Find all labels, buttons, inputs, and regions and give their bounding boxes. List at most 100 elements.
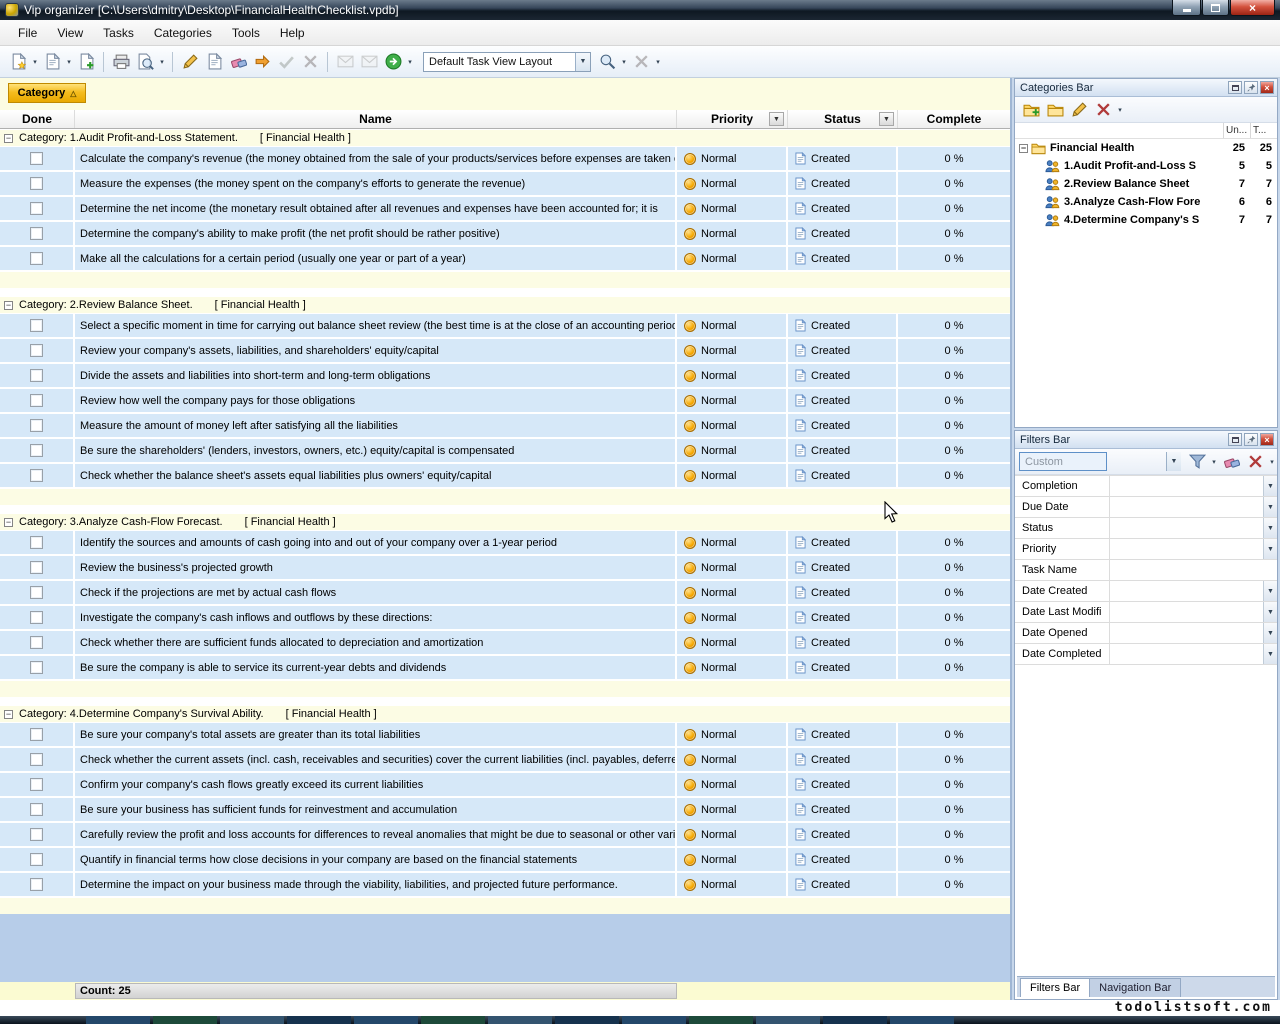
chevron-down-icon[interactable]: ▼ — [1263, 476, 1277, 496]
layout-combo[interactable]: Default Task View Layout ▼ — [423, 52, 591, 72]
delete-category-button[interactable] — [1091, 98, 1115, 122]
chevron-down-icon[interactable]: ▾ — [1267, 458, 1277, 466]
task-row[interactable]: Divide the assets and liabilities into s… — [0, 364, 1010, 387]
done-checkbox[interactable] — [30, 177, 43, 190]
chevron-down-icon[interactable]: ▼ — [1263, 581, 1277, 601]
print-button[interactable] — [109, 50, 133, 74]
task-row[interactable]: Quantify in financial terms how close de… — [0, 848, 1010, 871]
panel-pin-icon[interactable] — [1244, 81, 1258, 94]
chevron-down-icon[interactable]: ▼ — [575, 53, 590, 71]
filter-value-priority[interactable]: ▼ — [1110, 539, 1277, 559]
group-by-category-button[interactable]: Category △ — [8, 83, 86, 103]
collapse-icon[interactable]: − — [1019, 144, 1028, 153]
task-row[interactable]: Determine the impact on your business ma… — [0, 873, 1010, 896]
task-row[interactable]: Carefully review the profit and loss acc… — [0, 823, 1010, 846]
panel-restore-icon[interactable] — [1228, 433, 1242, 446]
customize-view-button[interactable] — [595, 50, 619, 74]
task-row[interactable]: Check if the projections are met by actu… — [0, 581, 1010, 604]
clear-filter-button[interactable] — [1219, 450, 1243, 474]
filter-value-status[interactable]: ▼ — [1110, 518, 1277, 538]
new-task-button[interactable] — [6, 50, 30, 74]
chevron-down-icon[interactable]: ▾ — [64, 58, 74, 66]
filter-value-date-created[interactable]: ▼ — [1110, 581, 1277, 601]
task-row[interactable]: Confirm your company's cash flows greatl… — [0, 773, 1010, 796]
done-checkbox[interactable] — [30, 394, 43, 407]
minimize-button[interactable] — [1172, 0, 1201, 16]
collapse-icon[interactable]: − — [4, 301, 13, 310]
tree-item[interactable]: 3.Analyze Cash-Flow Fore66 — [1015, 193, 1277, 211]
done-checkbox[interactable] — [30, 227, 43, 240]
chevron-down-icon[interactable]: ▾ — [1209, 458, 1219, 466]
edit-category-button[interactable] — [1067, 98, 1091, 122]
category-header-row[interactable]: −Category: 2.Review Balance Sheet.[ Fina… — [0, 297, 1010, 313]
task-row[interactable]: Be sure the shareholders' (lenders, inve… — [0, 439, 1010, 462]
task-row[interactable]: Check whether there are sufficient funds… — [0, 631, 1010, 654]
filter-value-date-opened[interactable]: ▼ — [1110, 623, 1277, 643]
column-header-done[interactable]: Done — [0, 110, 75, 128]
priority-filter-button[interactable]: ▼ — [769, 112, 784, 126]
close-button[interactable]: × — [1230, 0, 1275, 16]
delete-filter-button[interactable] — [1243, 450, 1267, 474]
add-subcategory-button[interactable] — [1043, 98, 1067, 122]
chevron-down-icon[interactable]: ▼ — [1263, 602, 1277, 622]
chevron-down-icon[interactable]: ▼ — [1263, 518, 1277, 538]
done-checkbox[interactable] — [30, 828, 43, 841]
done-checkbox[interactable] — [30, 536, 43, 549]
menu-categories[interactable]: Categories — [144, 22, 222, 44]
tree-item[interactable]: 2.Review Balance Sheet77 — [1015, 175, 1277, 193]
category-header-row[interactable]: −Category: 1.Audit Profit-and-Loss State… — [0, 130, 1010, 146]
save-button[interactable] — [74, 50, 98, 74]
task-row[interactable]: Check whether the balance sheet's assets… — [0, 464, 1010, 487]
filter-preset-combo[interactable]: Custom — [1019, 452, 1107, 471]
panel-close-icon[interactable]: × — [1260, 433, 1274, 446]
filter-value-completion[interactable]: ▼ — [1110, 476, 1277, 496]
category-header-row[interactable]: −Category: 3.Analyze Cash-Flow Forecast.… — [0, 514, 1010, 530]
task-row[interactable]: Check whether the current assets (incl. … — [0, 748, 1010, 771]
done-checkbox[interactable] — [30, 878, 43, 891]
done-checkbox[interactable] — [30, 778, 43, 791]
done-checkbox[interactable] — [30, 728, 43, 741]
tree-item-root[interactable]: −Financial Health2525 — [1015, 139, 1277, 157]
chevron-down-icon[interactable]: ▾ — [30, 58, 40, 66]
filter-value-due-date[interactable]: ▼ — [1110, 497, 1277, 517]
done-checkbox[interactable] — [30, 853, 43, 866]
chevron-down-icon[interactable]: ▼ — [1263, 644, 1277, 664]
column-total[interactable]: T... — [1250, 123, 1277, 138]
maximize-button[interactable] — [1202, 0, 1229, 16]
chevron-down-icon[interactable]: ▼ — [1263, 623, 1277, 643]
status-filter-button[interactable]: ▼ — [879, 112, 894, 126]
task-row[interactable]: Calculate the company's revenue (the mon… — [0, 147, 1010, 170]
chevron-down-icon[interactable]: ▼ — [1263, 497, 1277, 517]
chevron-down-icon[interactable]: ▼ — [1166, 452, 1181, 471]
done-checkbox[interactable] — [30, 252, 43, 265]
task-row[interactable]: Review your company's assets, liabilitie… — [0, 339, 1010, 362]
done-checkbox[interactable] — [30, 369, 43, 382]
new-note-button[interactable] — [40, 50, 64, 74]
done-checkbox[interactable] — [30, 469, 43, 482]
menu-view[interactable]: View — [47, 22, 93, 44]
chevron-down-icon[interactable]: ▾ — [1115, 106, 1125, 114]
menu-file[interactable]: File — [8, 22, 47, 44]
panel-restore-icon[interactable] — [1228, 81, 1242, 94]
column-header-status[interactable]: Status ▼ — [788, 110, 898, 128]
panel-close-icon[interactable]: × — [1260, 81, 1274, 94]
collapse-icon[interactable]: − — [4, 518, 13, 527]
add-category-button[interactable] — [1019, 98, 1043, 122]
toolbar-overflow-chevron-icon[interactable]: ▾ — [653, 58, 663, 66]
collapse-icon[interactable]: − — [4, 134, 13, 143]
done-checkbox[interactable] — [30, 803, 43, 816]
done-checkbox[interactable] — [30, 611, 43, 624]
task-row[interactable]: Review the business's projected growthNo… — [0, 556, 1010, 579]
task-row[interactable]: Select a specific moment in time for car… — [0, 314, 1010, 337]
tab-navigation-bar[interactable]: Navigation Bar — [1090, 978, 1181, 997]
done-checkbox[interactable] — [30, 561, 43, 574]
chevron-down-icon[interactable]: ▾ — [619, 58, 629, 66]
apply-filter-button[interactable] — [1185, 450, 1209, 474]
task-row[interactable]: Investigate the company's cash inflows a… — [0, 606, 1010, 629]
tree-item[interactable]: 1.Audit Profit-and-Loss S55 — [1015, 157, 1277, 175]
done-checkbox[interactable] — [30, 202, 43, 215]
done-checkbox[interactable] — [30, 344, 43, 357]
complete-task-button[interactable] — [250, 50, 274, 74]
chevron-down-icon[interactable]: ▾ — [157, 58, 167, 66]
task-row[interactable]: Be sure your business has sufficient fun… — [0, 798, 1010, 821]
